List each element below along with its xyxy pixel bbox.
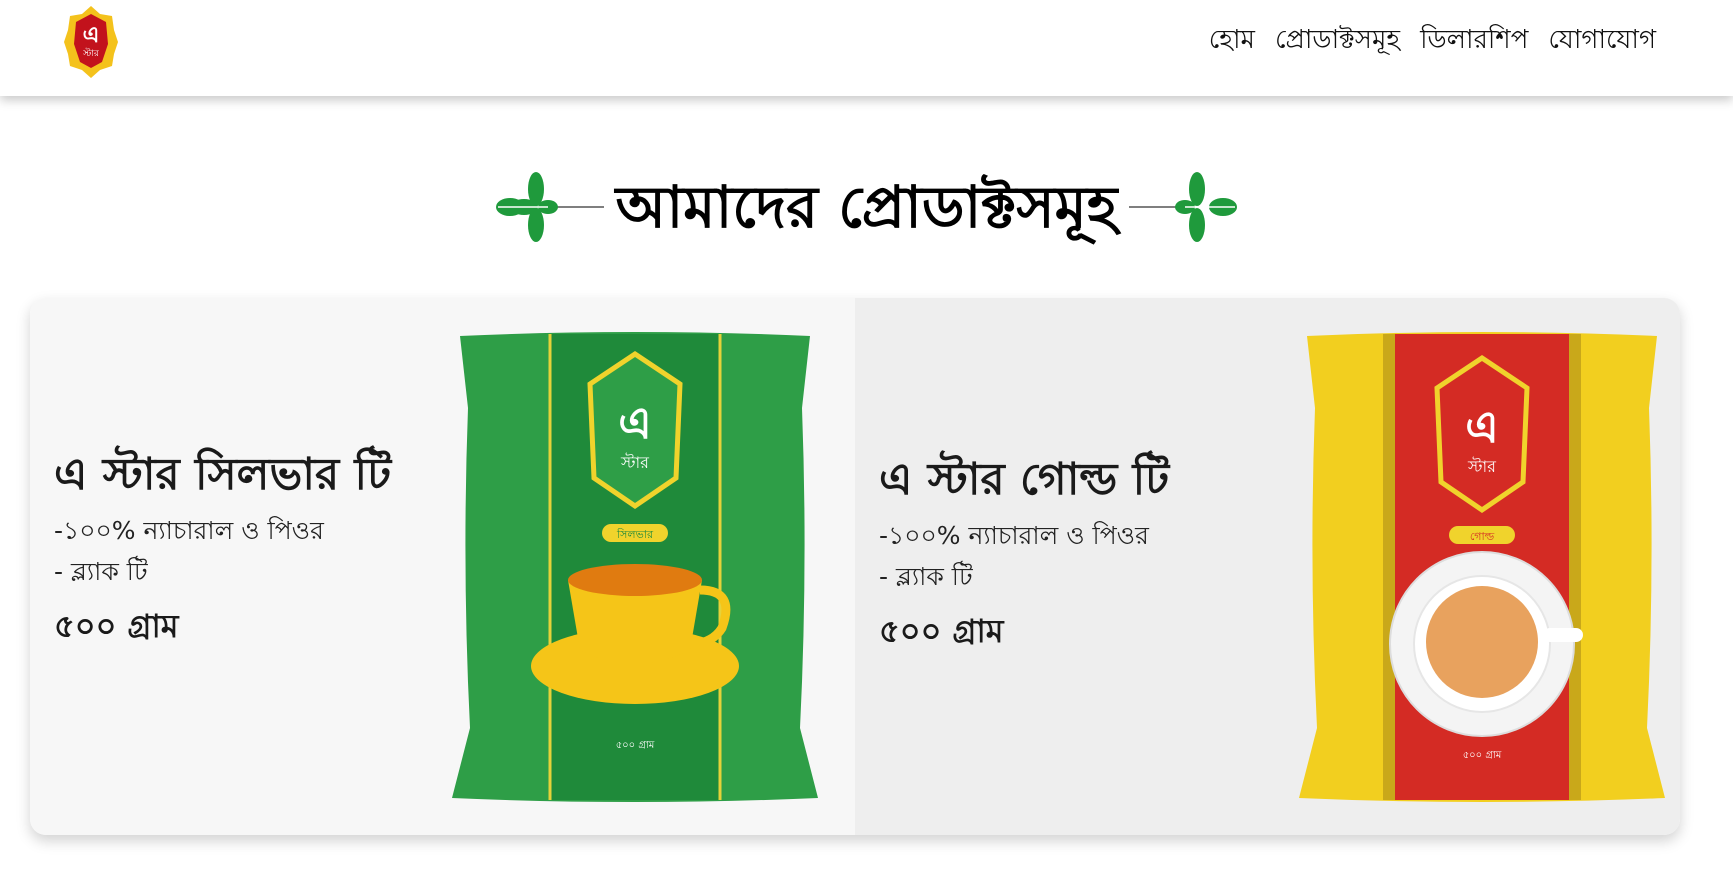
product-name: এ স্টার সিলভার টি — [54, 449, 392, 500]
section-heading: আমাদের প্রোডাক্টসমূহ — [0, 162, 1733, 252]
svg-text:এ: এ — [1465, 402, 1498, 453]
nav-link-home[interactable]: হোম — [1209, 22, 1255, 58]
product-card-gold[interactable]: এ স্টার গোল্ড টি -১০০% ন্যাচারাল ও পিওর … — [855, 298, 1680, 835]
nav-link-contact[interactable]: যোগাযোগ — [1548, 22, 1656, 58]
svg-text:এ: এ — [83, 23, 100, 48]
tea-leaf-left-icon — [495, 172, 604, 242]
product-weight: ৫০০ গ্রাম — [54, 607, 179, 645]
product-feature: - ব্ল্যাক টি — [54, 557, 148, 586]
product-feature: - ব্ল্যাক টি — [879, 562, 973, 591]
product-feature: -১০০% ন্যাচারাল ও পিওর — [54, 516, 324, 545]
product-list: এ স্টার সিলভার টি -১০০% ন্যাচারাল ও পিওর… — [30, 298, 1680, 835]
section-title: আমাদের প্রোডাক্টসমূহ — [615, 173, 1118, 241]
nav-link-products[interactable]: প্রোডাক্টসমূহ — [1275, 22, 1400, 58]
nav-link-dealership[interactable]: ডিলারশিপ — [1420, 22, 1528, 58]
gold-tea-pack-image: এ স্টার গোল্ড ৫০০ গ্রাম — [1299, 332, 1665, 802]
svg-text:সিলভার: সিলভার — [616, 528, 654, 541]
tea-leaf-right-icon — [1129, 172, 1238, 242]
product-info: এ স্টার সিলভার টি -১০০% ন্যাচারাল ও পিওর… — [54, 446, 391, 648]
svg-text:৫০০ গ্রাম: ৫০০ গ্রাম — [1463, 750, 1502, 761]
svg-text:৫০০ গ্রাম: ৫০০ গ্রাম — [616, 740, 655, 751]
svg-text:স্টার: স্টার — [82, 47, 100, 59]
product-card-silver[interactable]: এ স্টার সিলভার টি -১০০% ন্যাচারাল ও পিওর… — [30, 298, 855, 835]
svg-text:স্টার: স্টার — [1467, 457, 1497, 476]
svg-text:এ: এ — [618, 398, 651, 449]
main-nav: হোম প্রোডাক্টসমূহ ডিলারশিপ যোগাযোগ — [1209, 22, 1656, 58]
brand-logo[interactable]: এ স্টার — [62, 4, 120, 80]
silver-tea-pack-image: এ স্টার সিলভার ৫০০ গ্রাম — [452, 332, 818, 802]
svg-text:গোল্ড: গোল্ড — [1470, 530, 1495, 543]
svg-text:স্টার: স্টার — [620, 453, 650, 472]
product-feature: -১০০% ন্যাচারাল ও পিওর — [879, 521, 1149, 550]
site-header: এ স্টার হোম প্রোডাক্টসমূহ ডিলারশিপ যোগায… — [0, 0, 1733, 96]
product-info: এ স্টার গোল্ড টি -১০০% ন্যাচারাল ও পিওর … — [879, 451, 1169, 653]
product-name: এ স্টার গোল্ড টি — [879, 454, 1170, 505]
product-weight: ৫০০ গ্রাম — [879, 612, 1004, 650]
